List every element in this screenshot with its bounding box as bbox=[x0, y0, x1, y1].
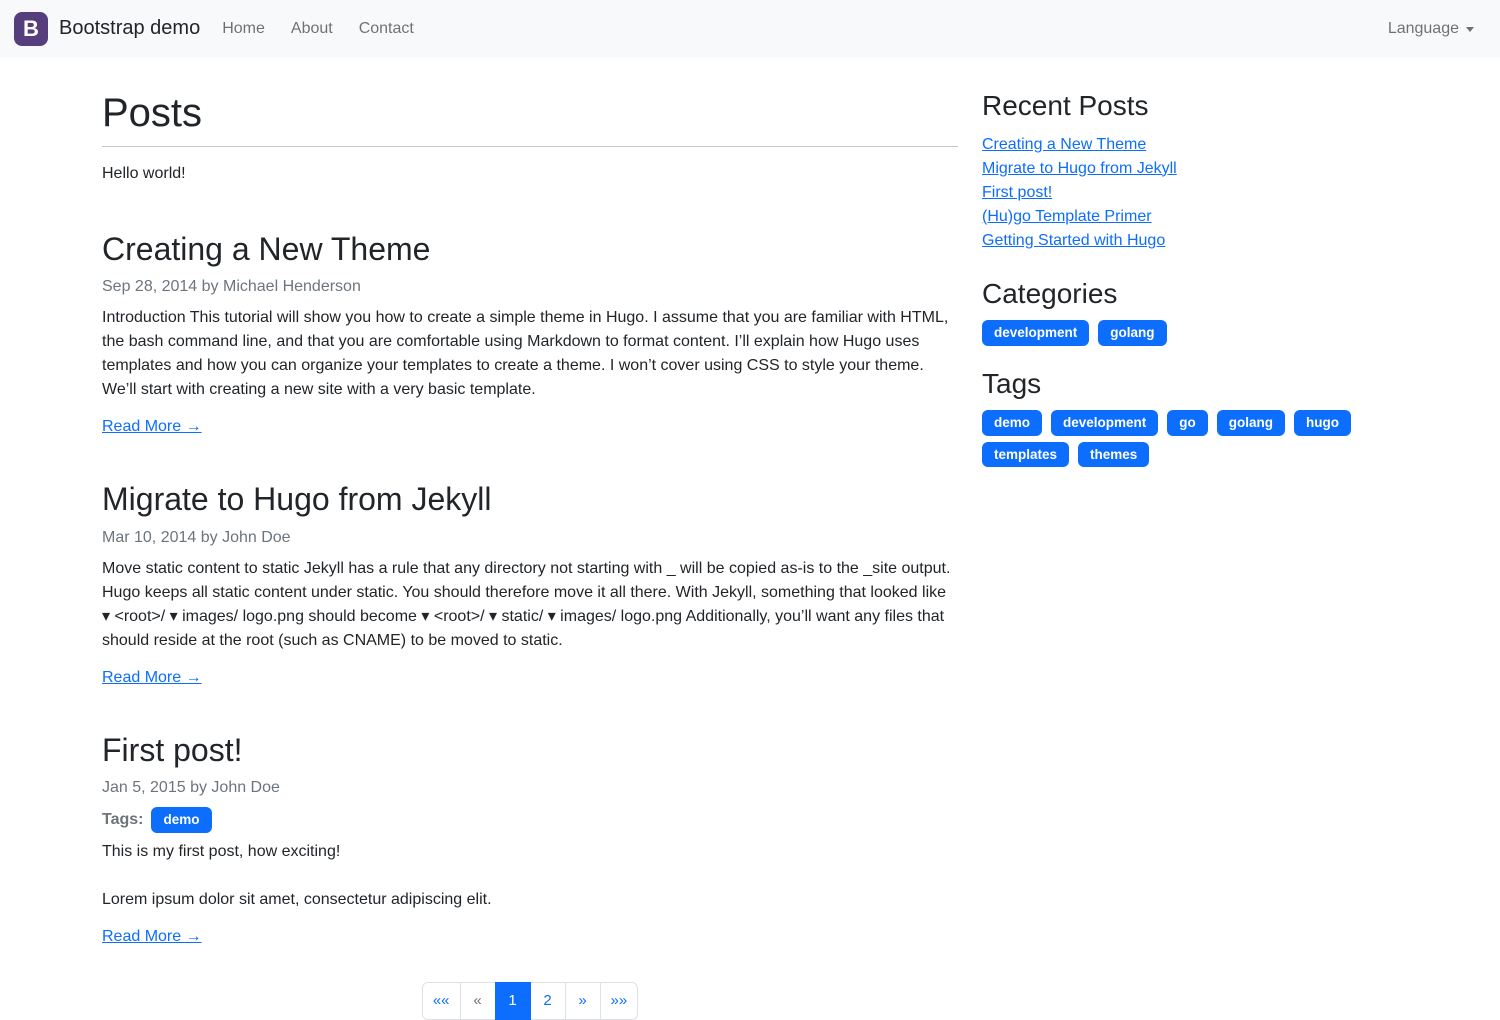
tags-badges: demo development go golang hugo template… bbox=[982, 410, 1398, 467]
nav-item-home[interactable]: Home bbox=[222, 12, 265, 46]
tags-heading: Tags bbox=[982, 367, 1398, 401]
bootstrap-logo-icon: B bbox=[14, 12, 48, 46]
title-divider bbox=[102, 146, 958, 147]
tag-badge[interactable]: go bbox=[1167, 410, 1208, 436]
post-entry: Migrate to Hugo from Jekyll Mar 10, 2014… bbox=[102, 480, 958, 686]
post-summary: Move static content to static Jekyll has… bbox=[102, 557, 958, 653]
post-tags-row: Tags: demo bbox=[102, 807, 958, 833]
pagination-first[interactable]: «« bbox=[422, 982, 461, 1020]
tag-badge-demo[interactable]: demo bbox=[151, 807, 211, 833]
post-title: Creating a New Theme bbox=[102, 230, 958, 268]
pagination-last[interactable]: »» bbox=[600, 982, 639, 1020]
tag-badge[interactable]: templates bbox=[982, 442, 1069, 468]
recent-post-link[interactable]: Migrate to Hugo from Jekyll bbox=[982, 160, 1177, 177]
tags-label: Tags: bbox=[102, 811, 143, 829]
post-entry: First post! Jan 5, 2015 by John Doe Tags… bbox=[102, 731, 958, 946]
brand-text: Bootstrap demo bbox=[59, 17, 200, 40]
category-badge[interactable]: golang bbox=[1098, 320, 1166, 346]
tag-badge[interactable]: hugo bbox=[1294, 410, 1351, 436]
recent-post-link[interactable]: Creating a New Theme bbox=[982, 136, 1146, 153]
tag-badge[interactable]: development bbox=[1051, 410, 1158, 436]
pagination-page-1[interactable]: 1 bbox=[495, 982, 531, 1020]
recent-post-link[interactable]: (Hu)go Template Primer bbox=[982, 208, 1152, 225]
tag-badge[interactable]: golang bbox=[1217, 410, 1285, 436]
language-dropdown[interactable]: Language bbox=[1388, 20, 1474, 38]
sidebar: Recent Posts Creating a New Theme Migrat… bbox=[970, 89, 1410, 488]
pagination: «« « 1 2 » »» bbox=[102, 982, 958, 1020]
post-meta: Jan 5, 2015 by John Doe bbox=[102, 776, 958, 800]
recent-posts-heading: Recent Posts bbox=[982, 89, 1398, 123]
read-more-link[interactable]: Read More → bbox=[102, 928, 202, 946]
recent-post-link[interactable]: Getting Started with Hugo bbox=[982, 232, 1165, 249]
pagination-prev: « bbox=[460, 982, 496, 1020]
nav-item-about[interactable]: About bbox=[291, 12, 333, 46]
read-more-link[interactable]: Read More → bbox=[102, 669, 202, 687]
nav-item-contact[interactable]: Contact bbox=[359, 12, 414, 46]
nav-links: Home About Contact bbox=[222, 12, 440, 46]
post-title: Migrate to Hugo from Jekyll bbox=[102, 480, 958, 518]
recent-post-link[interactable]: First post! bbox=[982, 184, 1052, 201]
category-badge[interactable]: development bbox=[982, 320, 1089, 346]
language-label: Language bbox=[1388, 20, 1459, 38]
tag-badge[interactable]: themes bbox=[1078, 442, 1149, 468]
pagination-page-2[interactable]: 2 bbox=[530, 982, 566, 1020]
post-title: First post! bbox=[102, 731, 958, 769]
categories-badges: development golang bbox=[982, 320, 1398, 346]
posts-column: Posts Hello world! Creating a New Theme … bbox=[90, 89, 970, 1020]
post-meta: Mar 10, 2014 by John Doe bbox=[102, 526, 958, 550]
intro-text: Hello world! bbox=[102, 162, 958, 186]
post-entry: Creating a New Theme Sep 28, 2014 by Mic… bbox=[102, 230, 958, 436]
post-summary: This is my first post, how exciting! bbox=[102, 840, 958, 864]
tag-badge[interactable]: demo bbox=[982, 410, 1042, 436]
post-meta: Sep 28, 2014 by Michael Henderson bbox=[102, 275, 958, 299]
post-summary: Lorem ipsum dolor sit amet, consectetur … bbox=[102, 888, 958, 912]
pagination-next[interactable]: » bbox=[565, 982, 601, 1020]
read-more-link[interactable]: Read More → bbox=[102, 418, 202, 436]
recent-posts-list: Creating a New Theme Migrate to Hugo fro… bbox=[982, 133, 1398, 253]
navbar: B Bootstrap demo Home About Contact Lang… bbox=[0, 0, 1500, 57]
page-title: Posts bbox=[102, 89, 958, 137]
chevron-down-icon bbox=[1466, 27, 1474, 32]
page-container: Posts Hello world! Creating a New Theme … bbox=[90, 57, 1410, 1020]
brand-link[interactable]: B Bootstrap demo bbox=[14, 12, 200, 46]
categories-heading: Categories bbox=[982, 277, 1398, 311]
post-summary: Introduction This tutorial will show you… bbox=[102, 306, 958, 402]
